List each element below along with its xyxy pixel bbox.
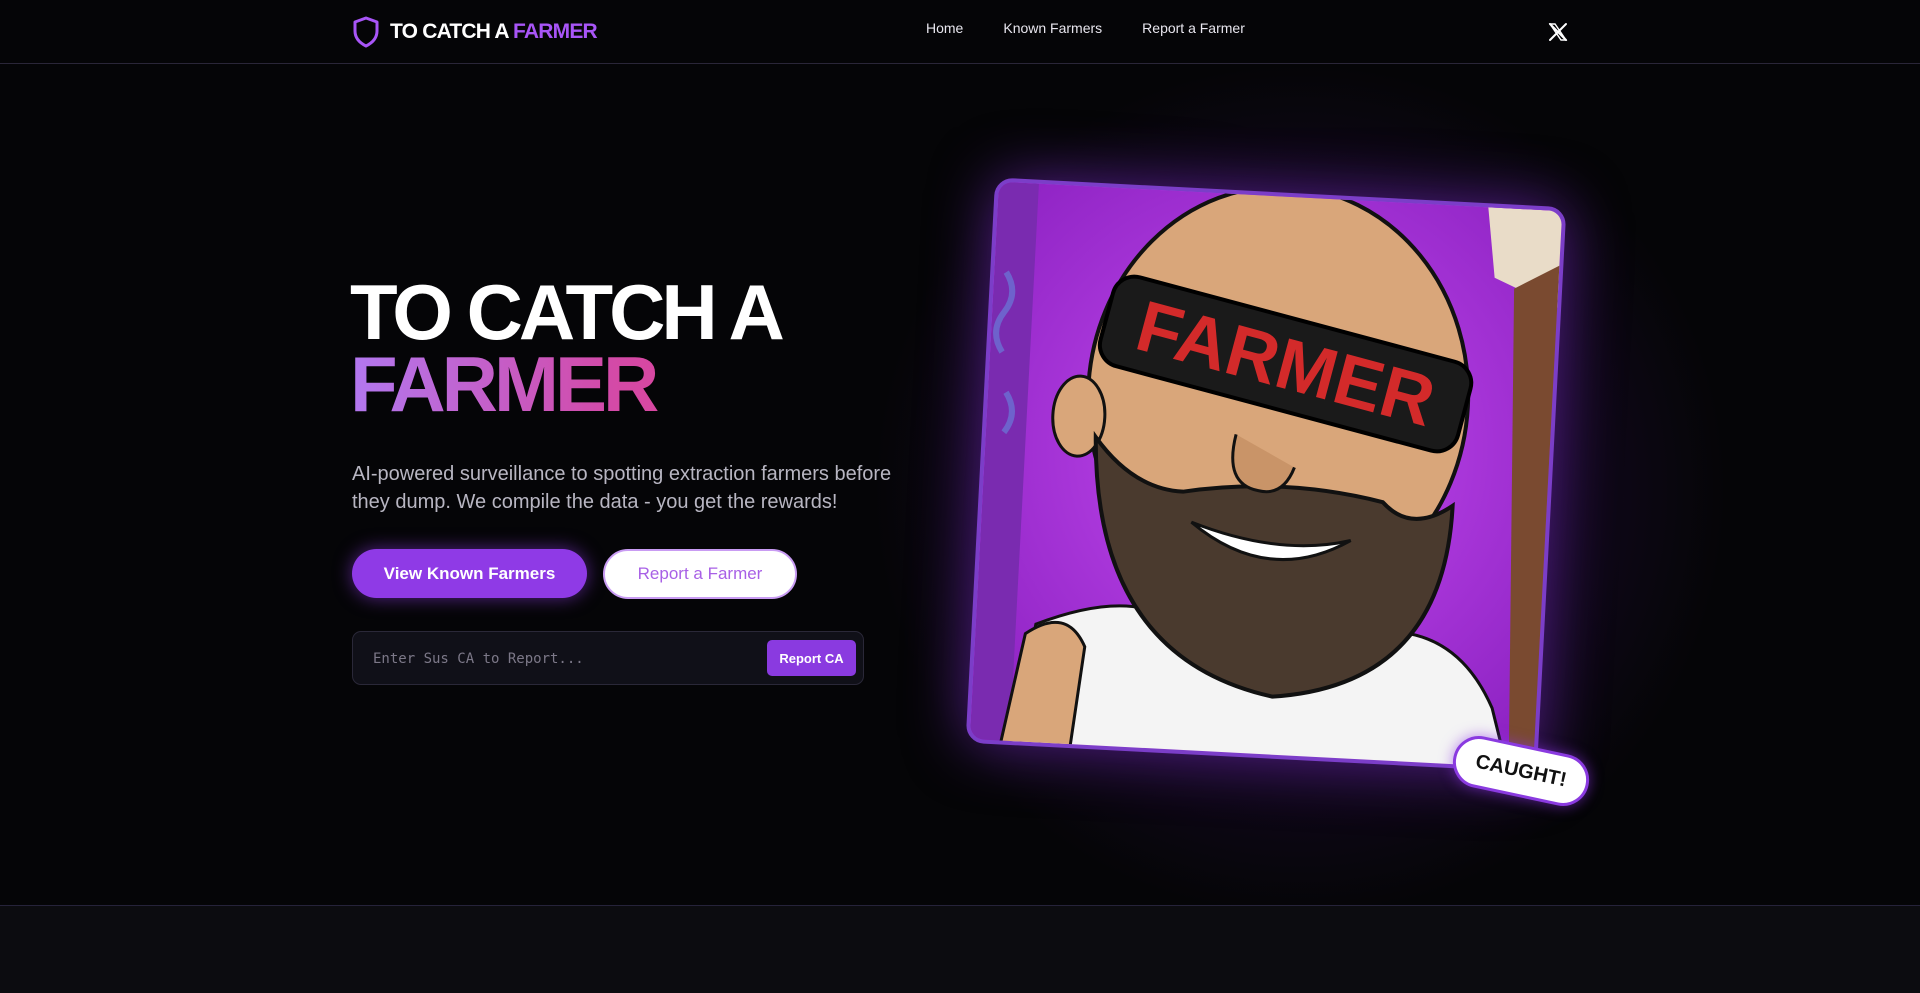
- hero-title-line2: FARMER: [350, 345, 781, 423]
- shield-icon: [353, 16, 379, 48]
- next-section: [0, 905, 1920, 993]
- hero-title: TO CATCH A FARMER: [350, 268, 785, 423]
- nav-links: Home Known Farmers Report a Farmer: [926, 20, 1245, 36]
- brand-name: TO CATCH A FARMER: [390, 20, 598, 43]
- farmer-illustration: FARMER: [965, 177, 1567, 773]
- brand-logo[interactable]: TO CATCH A FARMER: [352, 15, 598, 49]
- report-ca-button[interactable]: Report CA: [767, 640, 856, 676]
- report-ca-form: Report CA: [352, 631, 864, 685]
- report-farmer-button[interactable]: Report a Farmer: [603, 549, 797, 599]
- ca-input[interactable]: [373, 644, 753, 674]
- nav-link-report-farmer[interactable]: Report a Farmer: [1142, 20, 1245, 36]
- hero-subtitle: AI-powered surveillance to spotting extr…: [352, 463, 892, 513]
- x-logo-icon[interactable]: [1546, 20, 1570, 44]
- top-nav: TO CATCH A FARMER Home Known Farmers Rep…: [0, 0, 1920, 64]
- nav-link-known-farmers[interactable]: Known Farmers: [1003, 20, 1102, 36]
- hero-title-line1: TO CATCH A: [350, 268, 785, 356]
- nav-link-home[interactable]: Home: [926, 20, 963, 36]
- view-known-farmers-button[interactable]: View Known Farmers: [352, 549, 587, 598]
